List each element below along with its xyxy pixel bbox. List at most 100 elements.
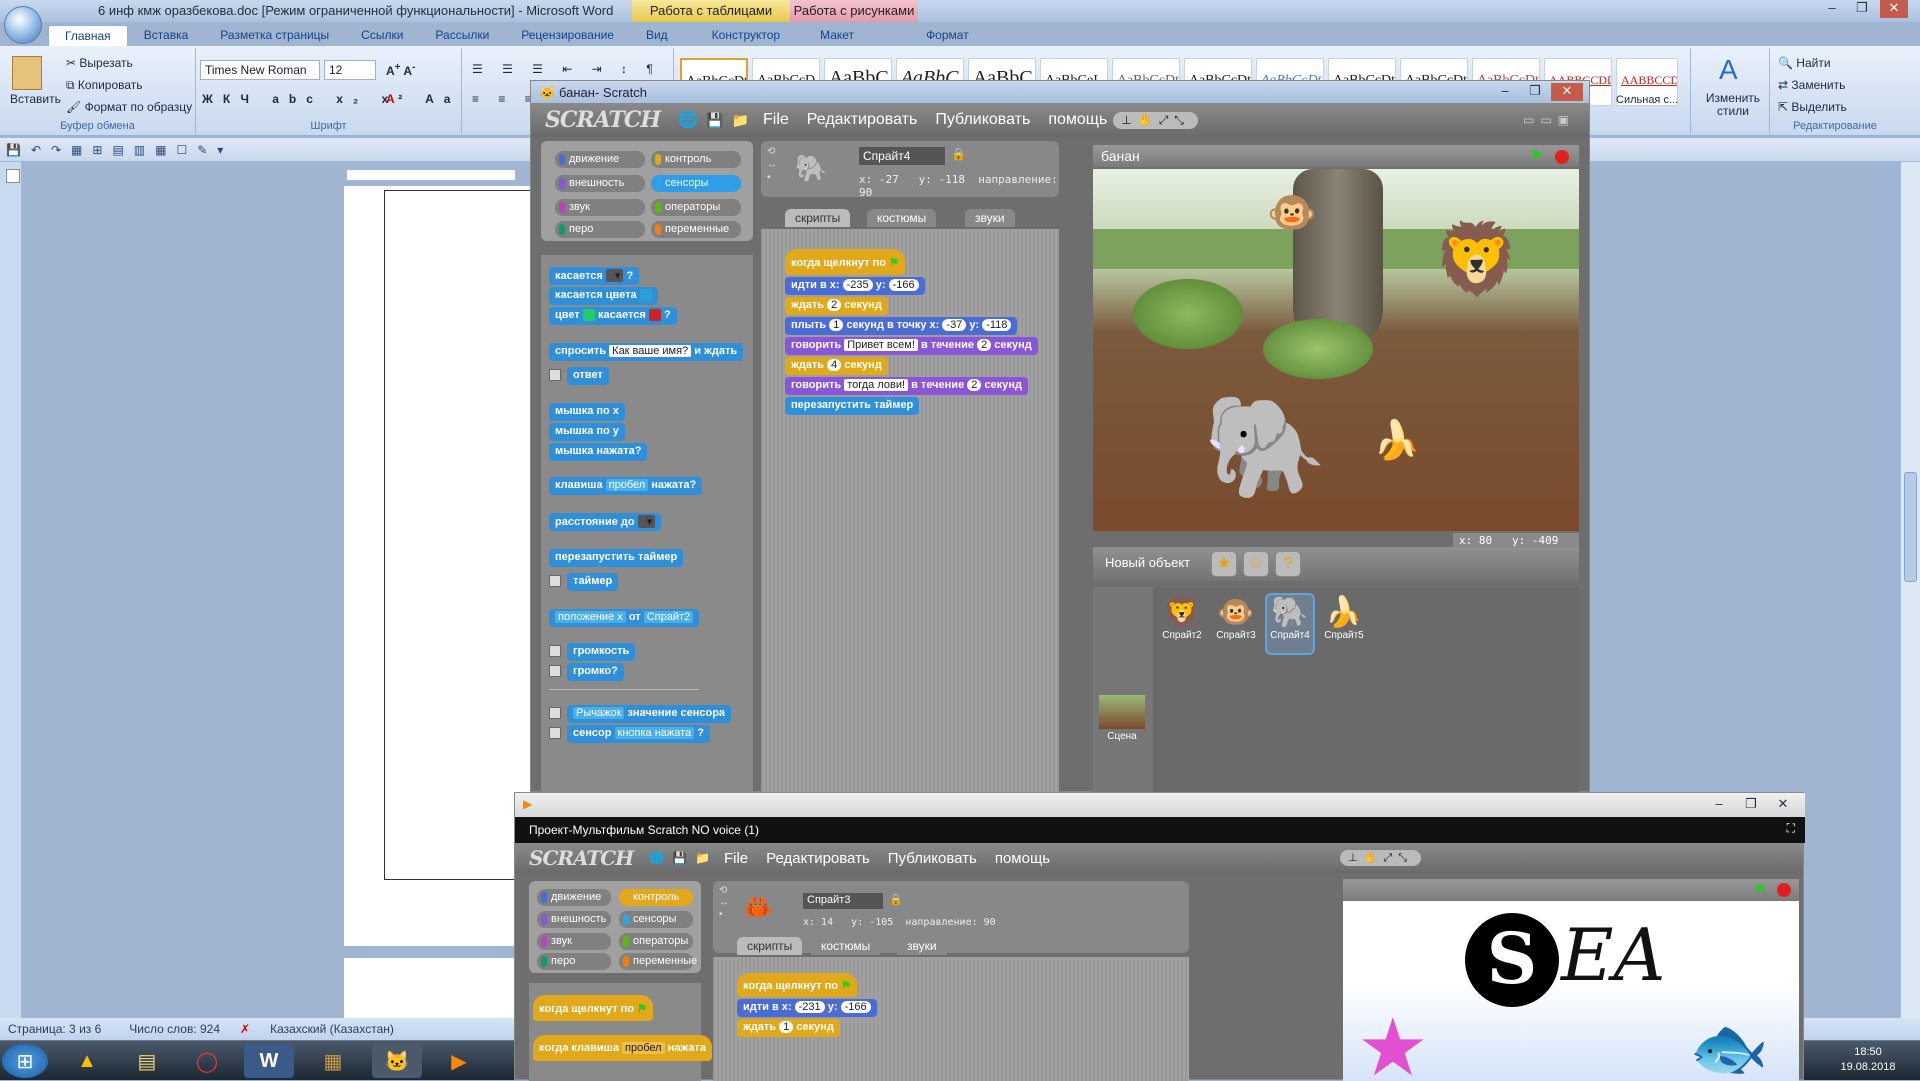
globe-icon[interactable]: 🌐	[678, 110, 698, 130]
attr-dropdown[interactable]: положение x	[555, 611, 626, 623]
tab-scripts[interactable]: скрипты	[785, 209, 851, 227]
minimize-button[interactable]: –	[1705, 796, 1733, 814]
wait-input[interactable]: 2	[827, 299, 842, 311]
cut-button[interactable]: ✂ Вырезать	[66, 56, 133, 70]
rotation-style-buttons[interactable]: ⟲ ↔ •	[767, 145, 777, 184]
monkey-sprite[interactable]: 🐵	[1267, 189, 1317, 236]
find-button[interactable]: 🔍 Найти	[1778, 56, 1831, 70]
block-sensor-value[interactable]: Рычажок значение сенсора	[567, 705, 732, 723]
script-goto[interactable]: идти в x: -235 y: -166	[785, 277, 925, 295]
goto-y-input[interactable]: -166	[840, 1001, 871, 1013]
grow-font-button[interactable]: A+ A-	[386, 62, 415, 78]
goto-x-input[interactable]: -235	[842, 279, 873, 291]
font-color-button[interactable]: A	[386, 92, 395, 106]
close-button[interactable]: ✕	[1880, 0, 1908, 18]
scratch-icon[interactable]: 🐱	[372, 1044, 422, 1078]
replace-button[interactable]: ⇄ Заменить	[1778, 78, 1845, 92]
category-operators[interactable]: операторы	[651, 199, 741, 216]
close-button[interactable]: ✕	[1769, 796, 1797, 814]
goto-x-input[interactable]: -231	[794, 1001, 825, 1013]
block-when-key[interactable]: когда клавиша пробел нажата	[533, 1035, 712, 1061]
category-control[interactable]: контроль	[619, 889, 693, 906]
menu-help[interactable]: помощь	[995, 850, 1050, 867]
stage[interactable]: 🐵 🦁 🐘 🍌	[1093, 169, 1579, 531]
script-wait-2[interactable]: ждать 4 секунд	[785, 357, 888, 375]
block-mouse-y[interactable]: мышка по y	[549, 423, 625, 441]
block-mouse-x[interactable]: мышка по x	[549, 403, 625, 421]
save-icon[interactable]: 💾	[706, 112, 723, 129]
close-button[interactable]: ✕	[1551, 83, 1583, 101]
say-input[interactable]: тогда лови!	[844, 379, 909, 391]
category-operators[interactable]: операторы	[619, 933, 693, 950]
script-glide[interactable]: плыть 1 секунд в точку x: -37 y: -118	[785, 317, 1018, 335]
lock-icon[interactable]: 🔒	[889, 893, 903, 906]
save-icon[interactable]: 💾	[672, 851, 687, 865]
spell-check-icon[interactable]: ✗	[240, 1022, 250, 1036]
list-buttons[interactable]: ☰ ☰ ☰ ⇤ ⇥ ↕ ¶	[472, 62, 661, 76]
block-key-pressed[interactable]: клавиша пробел нажата?	[549, 477, 703, 495]
sprite-thumb[interactable]: 🍌 Спрайт5	[1319, 595, 1369, 657]
script-say-1[interactable]: говорить Привет всем! в течение 2 секунд	[785, 337, 1038, 355]
category-pen[interactable]: перо	[555, 221, 645, 238]
paste-button[interactable]: Вставить	[10, 92, 61, 106]
change-styles-icon[interactable]: A	[1719, 54, 1738, 86]
rotation-style-buttons[interactable]: ⟲ ↔ •	[719, 885, 729, 921]
block-reset-timer[interactable]: перезапустить таймер	[549, 549, 684, 567]
sprite-thumb-selected[interactable]: 🐘 Спрайт4	[1265, 593, 1315, 655]
elephant-sprite[interactable]: 🐘	[1203, 389, 1328, 506]
choose-sprite-button[interactable]: ☆	[1243, 551, 1269, 577]
stop-button[interactable]	[1555, 150, 1569, 164]
app-icon[interactable]: ▲	[62, 1044, 112, 1078]
stage-size-buttons[interactable]: ▭▭▣	[1523, 113, 1575, 127]
sprite-dropdown[interactable]: Спрайт2	[643, 611, 694, 623]
copy-button[interactable]: ⧉ Копировать	[66, 78, 143, 93]
block-loudness[interactable]: громкость	[567, 643, 636, 661]
green-flag-button[interactable]: ⚑	[1754, 881, 1767, 899]
script-hat-flag[interactable]: когда щелкнут по ⚑	[737, 973, 857, 997]
starfish-sprite[interactable]: ★	[1357, 1001, 1429, 1081]
block-loud[interactable]: громко?	[567, 663, 624, 681]
tab-page-layout[interactable]: Разметка страницы	[204, 25, 345, 45]
key-dropdown[interactable]: пробел	[605, 479, 649, 491]
ask-input[interactable]: Как ваше имя?	[609, 345, 692, 357]
glide-x-input[interactable]: -37	[942, 319, 967, 331]
loud-checkbox[interactable]	[549, 665, 561, 677]
menu-edit[interactable]: Редактировать	[766, 850, 870, 867]
qat-buttons[interactable]: 💾↶↷▦⊞▤▥▦☐✎▾	[6, 143, 233, 157]
green-flag-button[interactable]: ⚑	[1530, 147, 1543, 165]
category-motion[interactable]: движение	[555, 151, 645, 168]
format-buttons[interactable]: ЖКЧ abc x₂ x² Aa	[202, 92, 460, 106]
category-control[interactable]: контроль	[651, 151, 741, 168]
stage-thumb[interactable]: Сцена	[1097, 695, 1147, 757]
tab-costumes[interactable]: костюмы	[811, 937, 881, 955]
font-size-select[interactable]: 12	[324, 60, 376, 80]
explorer-icon[interactable]: ▤	[122, 1044, 172, 1078]
select-button[interactable]: ⇱ Выделить	[1778, 100, 1847, 114]
fullscreen-icon[interactable]: ⛶	[1787, 821, 1795, 836]
block-when-flag[interactable]: когда щелкнут по ⚑	[533, 995, 653, 1021]
block-touching[interactable]: касается ▾ ?	[549, 267, 640, 285]
sprite-name-input[interactable]: Спрайт3	[803, 893, 883, 909]
block-sensor-pressed[interactable]: сенсор кнопка нажата ?	[567, 725, 710, 743]
sprite-tools[interactable]: ⊥✋⤢⤡	[1340, 850, 1422, 866]
category-sensing[interactable]: сенсоры	[619, 911, 693, 928]
script-wait-1[interactable]: ждать 2 секунд	[785, 297, 888, 315]
menu-file[interactable]: File	[724, 850, 748, 867]
lock-icon[interactable]: 🔒	[951, 147, 966, 161]
word-icon[interactable]: W	[244, 1044, 294, 1078]
fish-sprite[interactable]: 🐟	[1689, 1011, 1769, 1081]
category-sound[interactable]: звук	[555, 199, 645, 216]
menu-share[interactable]: Публиковать	[935, 111, 1030, 129]
sprite-thumb[interactable]: 🦁 Спрайт2	[1157, 595, 1207, 657]
tab-view[interactable]: Вид	[630, 25, 684, 45]
script-say-2[interactable]: говорить тогда лови! в течение 2 секунд	[785, 377, 1028, 395]
script-goto[interactable]: идти в x: -231 y: -166	[737, 999, 877, 1017]
block-mouse-down[interactable]: мышка нажата?	[549, 443, 648, 461]
minimize-button[interactable]: –	[1491, 83, 1519, 101]
scripts-area[interactable]: когда щелкнут по ⚑ идти в x: -231 y: -16…	[713, 957, 1189, 1081]
menu-share[interactable]: Публиковать	[888, 850, 977, 867]
goto-y-input[interactable]: -166	[888, 279, 919, 291]
block-distance[interactable]: расстояние до ▾	[549, 513, 662, 531]
wait-input[interactable]: 1	[779, 1021, 794, 1033]
block-answer[interactable]: ответ	[567, 367, 609, 385]
